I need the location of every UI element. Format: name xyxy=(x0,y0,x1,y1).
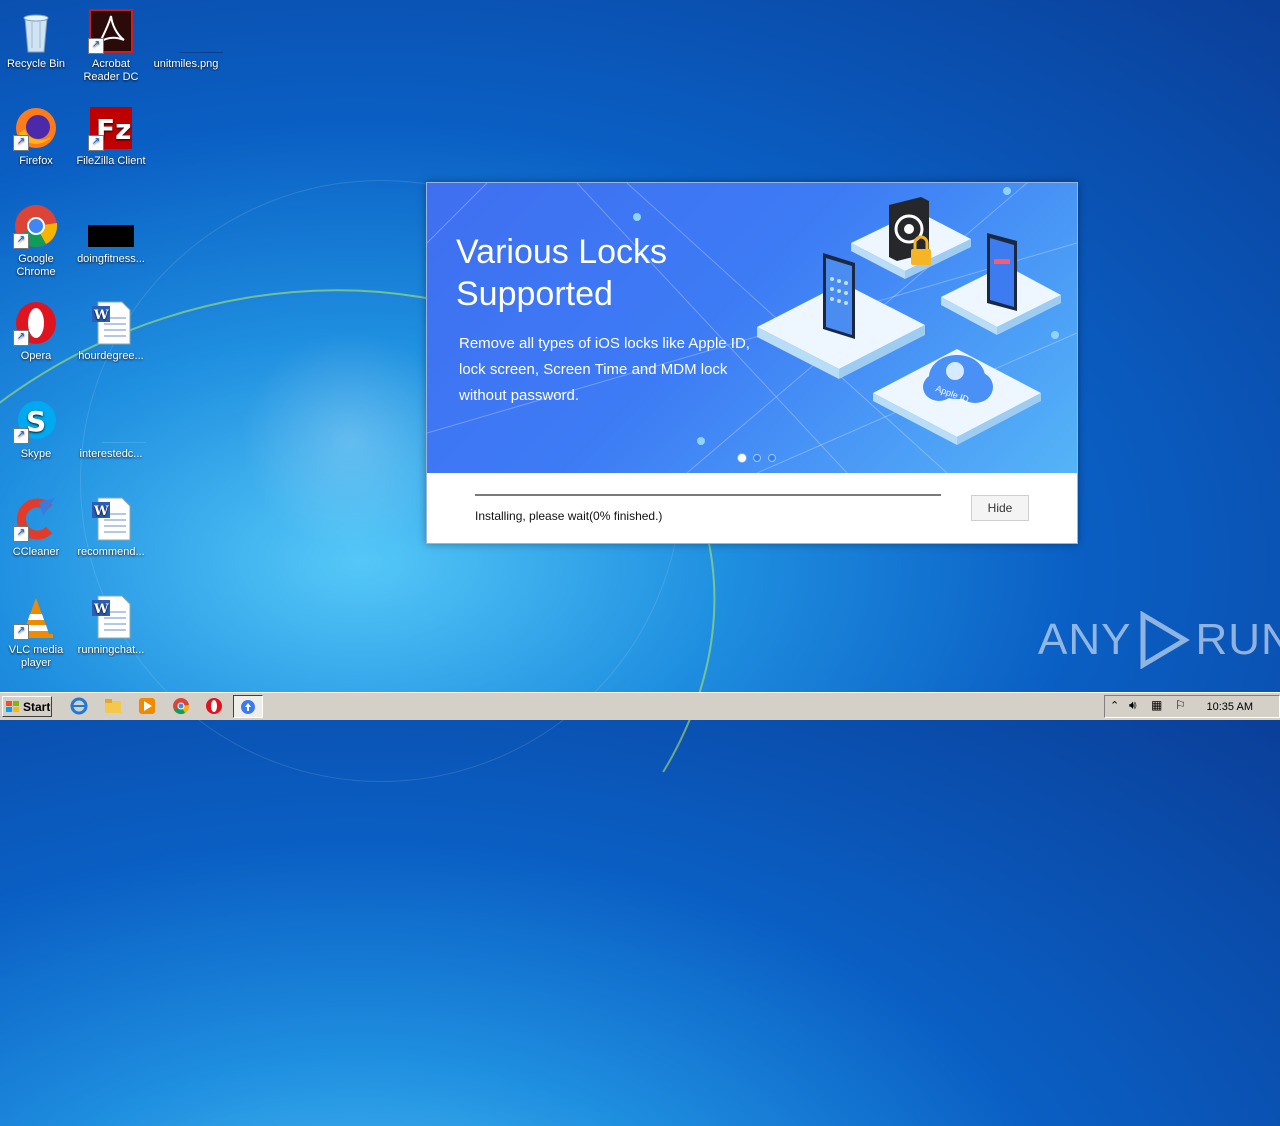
desktop-icon-acrobat[interactable]: ↗ Acrobat Reader DC xyxy=(75,8,147,84)
media-player-icon[interactable] xyxy=(138,697,156,715)
desktop-icon-opera[interactable]: ↗ Opera xyxy=(0,300,72,363)
desktop-icon-label: CCleaner xyxy=(12,546,60,558)
show-hidden-icons-icon[interactable]: ⌃ xyxy=(1110,699,1119,712)
desktop-icon-recycle-bin[interactable]: Recycle Bin xyxy=(0,8,72,71)
svg-text:S: S xyxy=(26,405,46,438)
desktop-icon-label: VLC media player xyxy=(8,644,64,669)
phone-passcode-graphic xyxy=(987,233,1017,311)
banner-description: Remove all types of iOS locks like Apple… xyxy=(459,335,750,404)
word-document-icon: W xyxy=(88,496,134,542)
file-explorer-icon[interactable] xyxy=(104,697,122,715)
firefox-icon: ↗ xyxy=(13,105,59,151)
phone-keypad-graphic xyxy=(823,253,855,339)
desktop-icon-label: recommend... xyxy=(77,546,145,558)
installer-dialog: Various Locks Supported Remove all types… xyxy=(426,182,1078,544)
watermark-text-right: RUN xyxy=(1195,615,1280,664)
banner-title: Various Locks Supported xyxy=(456,233,668,313)
opera-taskbar-icon[interactable] xyxy=(205,697,223,715)
anyrun-watermark: ANY RUN xyxy=(1038,610,1280,670)
desktop-icon-label: Skype xyxy=(20,448,52,460)
desktop-icon-label: Firefox xyxy=(19,155,53,167)
skype-icon: S ↗ xyxy=(13,398,59,444)
desktop-icon-label: hourdegree... xyxy=(78,350,144,362)
action-center-flag-icon[interactable]: ⚐ xyxy=(1175,698,1186,712)
desktop-icon-chrome[interactable]: ↗ Google Chrome xyxy=(0,203,72,279)
acrobat-icon: ↗ xyxy=(88,8,134,54)
taskbar-installer-button[interactable] xyxy=(233,695,263,718)
svg-text:W: W xyxy=(93,504,109,519)
desktop-icon-label: Opera xyxy=(20,350,52,362)
hide-button[interactable]: Hide xyxy=(971,495,1029,521)
desktop-icon-vlc[interactable]: ↗ VLC media player xyxy=(0,594,72,670)
shortcut-arrow-icon: ↗ xyxy=(13,526,29,542)
start-label: Start xyxy=(23,699,51,714)
taskbar: Start ⌃ 🔊︎ ▦ ⚐ 10:35 AM xyxy=(0,692,1280,720)
desktop-icon-firefox[interactable]: ↗ Firefox xyxy=(0,105,72,168)
desktop-icon-runningchat[interactable]: W runningchat... xyxy=(75,594,147,657)
desktop-icon-label: interestedc... xyxy=(79,448,143,460)
desktop-icon-label: Recycle Bin xyxy=(6,58,66,70)
svg-text:W: W xyxy=(93,602,109,617)
desktop-icon-hourdegree[interactable]: W hourdegree... xyxy=(75,300,147,363)
desktop-icon-label: FileZilla Client xyxy=(76,155,146,167)
desktop-icon-filezilla[interactable]: Fz ↗ FileZilla Client xyxy=(75,105,147,168)
carousel-dots xyxy=(738,454,776,462)
desktop-icon-label: doingfitness... xyxy=(77,253,145,265)
start-button[interactable]: Start xyxy=(2,696,52,717)
svg-text:W: W xyxy=(93,308,109,323)
windows-logo-icon xyxy=(6,700,19,712)
settings-lock-graphic xyxy=(889,197,931,265)
shortcut-arrow-icon: ↗ xyxy=(88,38,104,54)
desktop-icon-label: Acrobat Reader DC xyxy=(83,58,139,83)
shortcut-arrow-icon: ↗ xyxy=(13,233,29,249)
volume-icon[interactable]: 🔊︎ xyxy=(1129,698,1137,713)
ccleaner-icon: ↗ xyxy=(13,496,59,542)
internet-explorer-icon[interactable] xyxy=(70,697,88,715)
word-document-icon: W xyxy=(88,300,134,346)
desktop-icon-doingfitness[interactable]: doingfitness... xyxy=(75,203,147,266)
filezilla-icon: Fz ↗ xyxy=(88,105,134,151)
image-file-icon xyxy=(88,203,134,249)
installer-app-icon xyxy=(241,700,255,714)
chrome-icon: ↗ xyxy=(13,203,59,249)
desktop-icon-skype[interactable]: S ↗ Skype xyxy=(0,398,72,461)
banner-illustration xyxy=(427,183,1077,473)
desktop-icon-recommend[interactable]: W recommend... xyxy=(75,496,147,559)
carousel-dot-3[interactable] xyxy=(768,454,776,462)
vlc-icon: ↗ xyxy=(13,594,59,640)
opera-icon: ↗ xyxy=(13,300,59,346)
shortcut-arrow-icon: ↗ xyxy=(13,135,29,151)
desktop-icon-label: runningchat... xyxy=(77,644,145,656)
network-icon[interactable]: ▦ xyxy=(1151,698,1162,712)
install-progress-bar xyxy=(475,494,941,496)
shortcut-arrow-icon: ↗ xyxy=(13,330,29,346)
desktop-icon-label: Google Chrome xyxy=(16,253,56,278)
word-document-icon: W xyxy=(88,594,134,640)
shortcut-arrow-icon: ↗ xyxy=(13,624,29,640)
play-logo-icon xyxy=(1140,611,1191,669)
desktop-icon-interestedc[interactable]: interestedc... xyxy=(75,398,147,461)
image-file-icon xyxy=(163,8,223,54)
chrome-taskbar-icon[interactable] xyxy=(172,697,190,715)
watermark-text-left: ANY xyxy=(1038,615,1132,664)
desktop-icon-unitmiles[interactable]: unitmiles.png xyxy=(150,8,223,71)
image-file-icon xyxy=(88,398,146,444)
carousel-dot-1[interactable] xyxy=(738,454,746,462)
shortcut-arrow-icon: ↗ xyxy=(88,135,104,151)
system-tray: ⌃ 🔊︎ ▦ ⚐ 10:35 AM xyxy=(1104,695,1280,718)
install-status-text: Installing, please wait(0% finished.) xyxy=(475,509,663,523)
desktop-icon-label: unitmiles.png xyxy=(153,58,219,70)
shortcut-arrow-icon: ↗ xyxy=(13,428,29,444)
carousel-dot-2[interactable] xyxy=(753,454,761,462)
desktop-icon-ccleaner[interactable]: ↗ CCleaner xyxy=(0,496,72,559)
clock[interactable]: 10:35 AM xyxy=(1207,701,1253,713)
recycle-bin-icon xyxy=(13,8,59,54)
feature-banner: Various Locks Supported Remove all types… xyxy=(427,183,1077,473)
